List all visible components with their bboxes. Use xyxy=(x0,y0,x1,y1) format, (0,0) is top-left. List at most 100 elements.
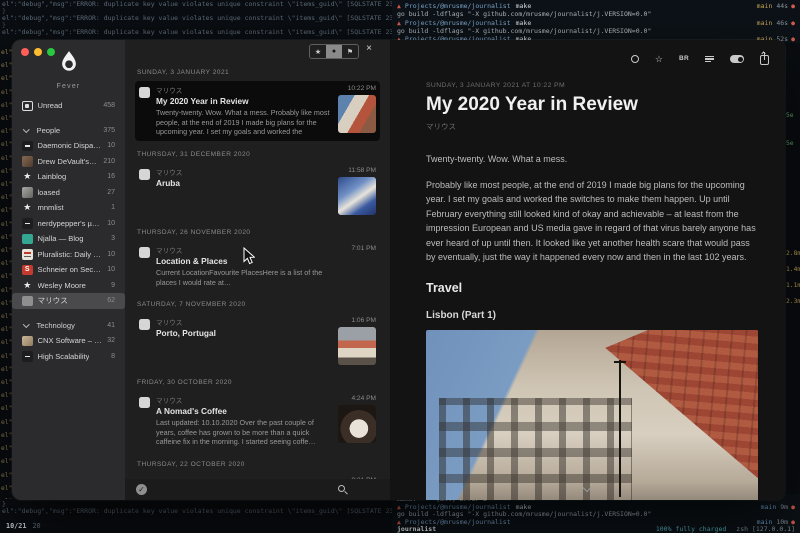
sidebar-feed-item[interactable]: ★Lainblog16 xyxy=(19,169,118,185)
photo-windows xyxy=(439,398,632,500)
sidebar-feed-item[interactable]: ★Wesley Moore9 xyxy=(19,278,118,294)
article-feed-name: マリウス xyxy=(426,121,785,132)
refresh-icon[interactable] xyxy=(631,55,639,63)
sidebar-feed-item[interactable]: CNX Software – Emb…32 xyxy=(19,333,118,349)
app-logo: Fever xyxy=(12,50,125,90)
sidebar-feed-item[interactable]: High Scalability8 xyxy=(19,349,118,365)
photo-gray-favicon xyxy=(22,187,33,198)
star-icon[interactable]: ☆ xyxy=(655,54,663,64)
chevron-down-icon xyxy=(23,126,29,132)
close-icon[interactable]: × xyxy=(363,43,375,54)
minimize-window-button[interactable] xyxy=(34,48,42,56)
sidebar-feed-item[interactable]: Njalla — Blog3 xyxy=(19,231,118,247)
text-settings-icon[interactable] xyxy=(705,56,714,63)
feed-unread-count: 1 xyxy=(111,204,115,211)
list-item-right: 10:22 PM xyxy=(336,85,376,137)
article-pane: ☆ BR SUNDAY, 3 JANUARY 2021 AT 10:22 PM … xyxy=(390,40,785,500)
theme-toggle-icon[interactable] xyxy=(730,55,744,63)
feed-label: CNX Software – Emb… xyxy=(38,336,103,345)
unread-checkbox[interactable] xyxy=(139,169,150,180)
close-window-button[interactable] xyxy=(21,48,29,56)
feed-label: nerdypepper's µblog xyxy=(38,219,103,228)
list-item[interactable]: マリウスA Nomad's CoffeeLast updated: 10.10.… xyxy=(135,391,380,451)
share-icon[interactable] xyxy=(760,55,769,65)
sidebar-section-header[interactable]: People375 xyxy=(19,123,118,139)
prompt-right: main44s● xyxy=(757,2,795,10)
list-item-snippet: Twenty-twenty. Wow. What a mess. Probabl… xyxy=(156,108,330,137)
terminal-duration-fragment: 1.1m xyxy=(786,282,800,289)
sidebar-feed-item[interactable]: Drew DeVault's blog210 xyxy=(19,154,118,170)
starred-filter[interactable]: ★ xyxy=(310,45,326,58)
list-item-feed: マリウス xyxy=(156,85,330,95)
feed-label: Lainblog xyxy=(38,172,67,181)
sidebar-feed-item[interactable]: loased27 xyxy=(19,185,118,201)
terminal-duration-fragment: 5e xyxy=(786,140,794,147)
list-item[interactable]: マリウスMy 2020 Year in ReviewTwenty-twenty.… xyxy=(135,81,380,141)
app-name: Fever xyxy=(12,83,125,90)
list-item-right: 11:58 PM xyxy=(336,167,376,215)
feed-unread-count: 10 xyxy=(107,266,115,273)
feed-label: Njalla — Blog xyxy=(38,234,84,243)
sidebar-section-header[interactable]: Technology41 xyxy=(19,318,118,334)
list-item-feed: マリウス xyxy=(156,167,330,177)
article-heading-lisbon: Lisbon (Part 1) xyxy=(426,310,758,321)
battery-status: 100% fully charged xyxy=(656,525,726,533)
build-command-line: go build -ldflags "-X github.com/mrusme/… xyxy=(397,27,795,35)
terminal-duration-fragment: 1.4m xyxy=(786,266,800,273)
sidebar-feed-item[interactable]: Daemonic Dispatches10 xyxy=(19,138,118,154)
sidebar-feed-item[interactable]: ★mnmlist1 xyxy=(19,200,118,216)
unread-favicon xyxy=(22,101,33,112)
list-item[interactable]: マリウスLocation & PlacesCurrent LocationFav… xyxy=(135,241,380,291)
star-favicon: ★ xyxy=(22,172,33,183)
sidebar-feed-item[interactable]: Pluralistic: Daily links…10 xyxy=(19,247,118,263)
list-item-time: 7:01 PM xyxy=(336,245,376,252)
status-dot-icon: ● xyxy=(791,2,795,10)
sidebar-item-unread[interactable]: Unread458 xyxy=(19,98,118,114)
photo-brown-favicon xyxy=(22,156,33,167)
list-item-main: マリウスMy 2020 Year in ReviewTwenty-twenty.… xyxy=(156,85,330,137)
article-photo xyxy=(426,330,758,500)
git-branch: main xyxy=(757,19,773,27)
sidebar-feed-item[interactable]: マリウス62 xyxy=(12,293,125,309)
list-item-snippet: Current LocationFavourite PlacesHere is … xyxy=(156,268,330,287)
search-icon[interactable] xyxy=(338,485,348,495)
list-item-feed: マリウス xyxy=(156,317,330,327)
feed-label: Pluralistic: Daily links… xyxy=(38,250,103,259)
unread-checkbox[interactable] xyxy=(139,247,150,258)
list-item[interactable]: マリウスPorto, Portugal1:06 PM xyxy=(135,313,380,369)
scroll-down-chevron-icon[interactable] xyxy=(584,485,592,493)
unread-checkbox[interactable] xyxy=(139,397,150,408)
unread-checkbox[interactable] xyxy=(139,319,150,330)
list-date-header: THURSDAY, 31 DECEMBER 2020 xyxy=(137,151,380,158)
terminal-duration-fragment: 5e xyxy=(786,112,794,119)
terminal-prompt-line: ▲Projects/@mrusme/journalistmakemain44s● xyxy=(397,2,795,10)
reader-mode-icon[interactable]: BR xyxy=(679,54,689,64)
git-branch: main xyxy=(761,503,777,511)
terminal-duration-fragment: 2.3m xyxy=(786,298,800,305)
feed-unread-count: 27 xyxy=(107,189,115,196)
article-list-pane: ★●⚑ × SUNDAY, 3 JANUARY 2021マリウスMy 2020 … xyxy=(125,40,390,500)
zoom-window-button[interactable] xyxy=(47,48,55,56)
status-dot-icon: ● xyxy=(791,19,795,27)
unread-count: 458 xyxy=(103,102,115,109)
list-item[interactable]: マリウスAruba11:58 PM xyxy=(135,163,380,219)
list-date-header: SATURDAY, 7 NOVEMBER 2020 xyxy=(137,301,380,308)
list-item-feed: マリウス xyxy=(156,395,330,405)
feed-label: Daemonic Dispatches xyxy=(38,141,103,150)
unread-checkbox[interactable] xyxy=(139,87,150,98)
red-s-favicon: S xyxy=(22,265,33,276)
list-item-thumbnail xyxy=(338,177,376,215)
feed-label: Drew DeVault's blog xyxy=(38,157,99,166)
sidebar-feed-item[interactable]: nerdypepper's µblog10 xyxy=(19,216,118,232)
flagged-filter[interactable]: ⚑ xyxy=(342,45,358,58)
list-item-main: マリウスAruba xyxy=(156,167,330,215)
terminal-log-pane-bottom: }el":"debug","msg":"ERROR: duplicate key… xyxy=(2,501,400,517)
article-actions: ☆ BR xyxy=(631,53,769,65)
sidebar-feed-item[interactable]: SSchneier on Security10 xyxy=(19,262,118,278)
mark-all-read-icon[interactable]: ✓ xyxy=(136,484,147,495)
list-item-time: 1:06 PM xyxy=(336,317,376,324)
terminal-log-line: el":"debug","msg":"ERROR: duplicate key … xyxy=(2,508,400,515)
sidebar: Fever Unread458People375Daemonic Dispatc… xyxy=(12,40,125,500)
unread-filter[interactable]: ● xyxy=(326,45,342,58)
list-header: ★●⚑ × xyxy=(125,40,390,62)
